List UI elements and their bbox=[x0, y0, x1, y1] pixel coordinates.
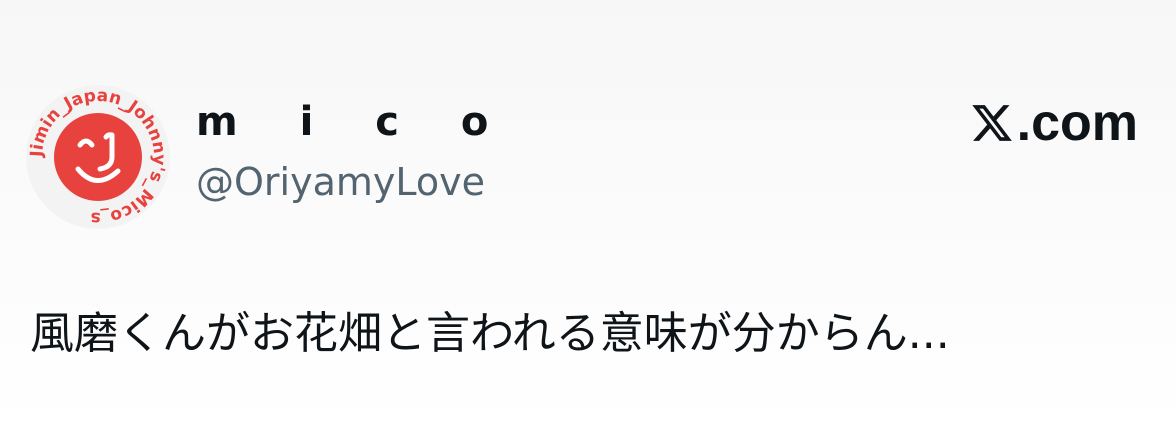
post-preview-card: Jimin_Japan_Johnny's_Mico_s m i c o @Ori… bbox=[0, 0, 1176, 431]
avatar[interactable]: Jimin_Japan_Johnny's_Mico_s bbox=[26, 85, 170, 229]
smiley-stamp-icon: Jimin_Japan_Johnny's_Mico_s bbox=[26, 85, 170, 229]
x-logo-icon bbox=[971, 105, 1012, 141]
brand-logo[interactable]: .com bbox=[967, 95, 1138, 151]
user-handle[interactable]: @OriyamyLove bbox=[196, 158, 485, 206]
display-name[interactable]: m i c o bbox=[196, 98, 512, 146]
brand-domain-label: .com bbox=[1016, 94, 1138, 152]
post-text: 風磨くんがお花畑と言われる意味が分からん... bbox=[30, 308, 950, 359]
